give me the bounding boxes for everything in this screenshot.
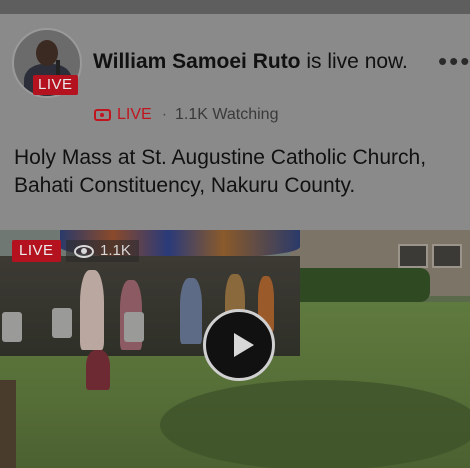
- video-tree-trunk: [0, 380, 16, 468]
- viewer-count-text: 1.1K: [100, 242, 131, 259]
- avatar-figure-head: [36, 40, 58, 66]
- video-person: [180, 278, 202, 344]
- building-window: [432, 244, 462, 268]
- video-chair: [52, 308, 72, 338]
- live-post-card: LIVE William Samoei Ruto is live now. ••…: [0, 14, 470, 230]
- live-status-text: is live now.: [300, 50, 408, 73]
- avatar-microphone: [56, 60, 60, 76]
- top-bar: [0, 0, 470, 14]
- live-video-camera-icon: [94, 109, 111, 121]
- video-tree-shadow: [160, 380, 470, 468]
- meta-separator: ·: [161, 106, 168, 123]
- post-description: Holy Mass at St. Augustine Catholic Chur…: [14, 146, 427, 197]
- eye-icon: [74, 244, 94, 258]
- video-chair: [124, 312, 144, 342]
- building-window: [398, 244, 428, 268]
- watching-count: 1.1K Watching: [175, 106, 279, 123]
- video-chair: [2, 312, 22, 342]
- video-person: [86, 350, 110, 390]
- video-person: [80, 270, 104, 350]
- video-live-badge: LIVE: [12, 240, 61, 262]
- live-meta-row: LIVE · 1.1K Watching: [94, 106, 278, 124]
- post-title: William Samoei Ruto is live now.: [93, 48, 423, 76]
- author-name-link[interactable]: William Samoei Ruto: [93, 50, 301, 73]
- live-video-player[interactable]: LIVE 1.1K: [0, 230, 470, 468]
- play-button[interactable]: [203, 309, 275, 381]
- avatar-live-badge: LIVE: [33, 75, 78, 95]
- video-viewer-count: 1.1K: [66, 240, 139, 262]
- more-options-icon[interactable]: •••: [438, 48, 470, 74]
- live-label: LIVE: [117, 106, 152, 123]
